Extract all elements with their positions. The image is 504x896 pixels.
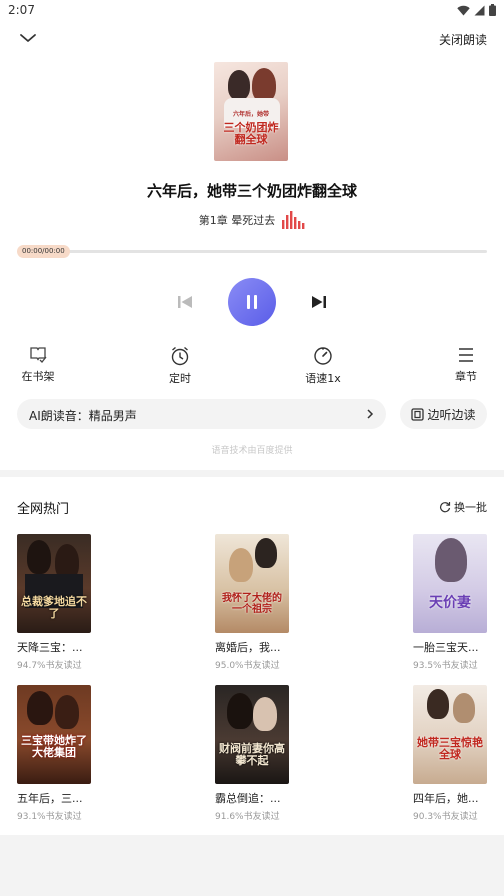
signal-icon (474, 5, 485, 15)
chapters-label: 章节 (455, 370, 477, 383)
book-card-cover: 总裁爹地追不了 (17, 534, 91, 633)
book-card-rate: 90.3%书友读过 (413, 812, 478, 822)
progress-time[interactable]: 00:00/00:00 (17, 245, 70, 258)
book-cover: 六年后，她带 三个奶团炸翻全球 (214, 62, 288, 161)
cover-small-text: 六年后，她带 (232, 111, 269, 118)
close-reading-button[interactable]: 关闭朗读 (439, 31, 487, 48)
hot-section-title: 全网热门 (17, 502, 70, 517)
collapse-chevron-icon[interactable] (18, 30, 38, 46)
bookshelf-check-icon (30, 347, 47, 363)
function-row: 在书架 定时 语速1x 章节 (0, 346, 504, 386)
player-panel: 关闭朗读 六年后，她带 三个奶团炸翻全球 六年后，她带三个奶团炸翻全球 第1章 … (0, 22, 504, 470)
audio-wave-icon (282, 211, 305, 229)
status-time: 2:07 (8, 3, 35, 17)
status-bar: 2:07 (0, 0, 504, 22)
book-card-cover-text: 三宝带她炸了大佬集团 (21, 734, 87, 759)
book-card-cover-text: 总裁爹地追不了 (21, 595, 87, 620)
book-card-rate: 94.7%书友读过 (17, 661, 82, 671)
book-card-cover: 天价妻 (413, 534, 487, 633)
battery-icon (489, 4, 496, 16)
timer-label: 定时 (169, 372, 191, 385)
read-book-icon (411, 407, 425, 421)
book-card-cover-text: 我怀了大佬的一个祖宗 (222, 593, 282, 615)
book-card-title: 五年后，三... (17, 792, 83, 805)
chevron-right-icon (367, 409, 374, 419)
chapters-button[interactable]: 章节 (436, 346, 496, 384)
hot-books-section: 全网热门 换一批 总裁爹地追不了 天降三宝：... 94.7%书友读过 我怀了大… (0, 477, 504, 835)
next-chapter-icon[interactable] (310, 293, 328, 311)
book-card[interactable]: 总裁爹地追不了 天降三宝：... 94.7%书友读过 (17, 534, 117, 671)
bookshelf-label: 在书架 (21, 370, 55, 383)
list-icon (459, 348, 473, 362)
voice-selector[interactable]: AI朗读音：精品男声 (17, 399, 386, 429)
book-card-cover: 三宝带她炸了大佬集团 (17, 685, 91, 784)
listen-label: 边听边读 (427, 407, 476, 422)
speed-button[interactable]: 语速1x (293, 346, 353, 386)
chapter-title: 第1章 晕死过去 (198, 214, 276, 227)
cover-title-text: 三个奶团炸翻全球 (223, 121, 279, 146)
book-title: 六年后，她带三个奶团炸翻全球 (146, 182, 357, 200)
progress-track[interactable] (17, 250, 487, 253)
listen-and-read-button[interactable]: 边听边读 (400, 399, 487, 429)
tech-provider-note: 语音技术由百度提供 (211, 446, 293, 456)
voice-label: AI朗读音：精品男声 (29, 409, 137, 423)
book-card-cover: 财阀前妻你高攀不起 (215, 685, 289, 784)
book-card-cover-text: 财阀前妻你高攀不起 (219, 742, 285, 767)
book-card-rate: 91.6%书友读过 (215, 812, 280, 822)
playback-controls (0, 278, 504, 326)
book-card-title: 一胎三宝天... (413, 641, 479, 654)
wifi-icon (457, 5, 470, 15)
previous-chapter-icon[interactable] (176, 293, 194, 311)
book-card-title: 四年后，她... (413, 792, 479, 805)
book-card-rate: 93.1%书友读过 (17, 812, 82, 822)
chapter-row: 第1章 晕死过去 (0, 211, 504, 229)
status-icons (457, 4, 496, 16)
book-card-title: 霸总倒追：... (215, 792, 281, 805)
book-card[interactable]: 天价妻 一胎三宝天... 93.5%书友读过 (413, 534, 504, 671)
book-card-cover-text: 天价妻 (429, 595, 471, 611)
book-card[interactable]: 财阀前妻你高攀不起 霸总倒追：... 91.6%书友读过 (215, 685, 315, 822)
book-card-cover-text: 她带三宝惊艳全球 (417, 736, 483, 761)
book-card-cover: 她带三宝惊艳全球 (413, 685, 487, 784)
timer-button[interactable]: 定时 (150, 346, 210, 386)
speedometer-icon (314, 347, 332, 365)
bookshelf-button[interactable]: 在书架 (8, 346, 68, 384)
alarm-clock-icon (171, 346, 189, 366)
pause-icon (247, 295, 257, 309)
book-card-title: 离婚后，我... (215, 641, 281, 654)
play-pause-button[interactable] (228, 278, 276, 326)
book-card-rate: 93.5%书友读过 (413, 661, 478, 671)
book-card-rate: 95.0%书友读过 (215, 661, 280, 671)
book-card[interactable]: 她带三宝惊艳全球 四年后，她... 90.3%书友读过 (413, 685, 504, 822)
refresh-button[interactable]: 换一批 (439, 499, 487, 515)
book-card[interactable]: 三宝带她炸了大佬集团 五年后，三... 93.1%书友读过 (17, 685, 117, 822)
speed-label: 语速1x (305, 372, 341, 385)
book-card-title: 天降三宝：... (17, 641, 83, 654)
refresh-icon (439, 502, 451, 513)
book-card[interactable]: 我怀了大佬的一个祖宗 离婚后，我... 95.0%书友读过 (215, 534, 315, 671)
refresh-label: 换一批 (454, 501, 487, 514)
book-card-cover: 我怀了大佬的一个祖宗 (215, 534, 289, 633)
